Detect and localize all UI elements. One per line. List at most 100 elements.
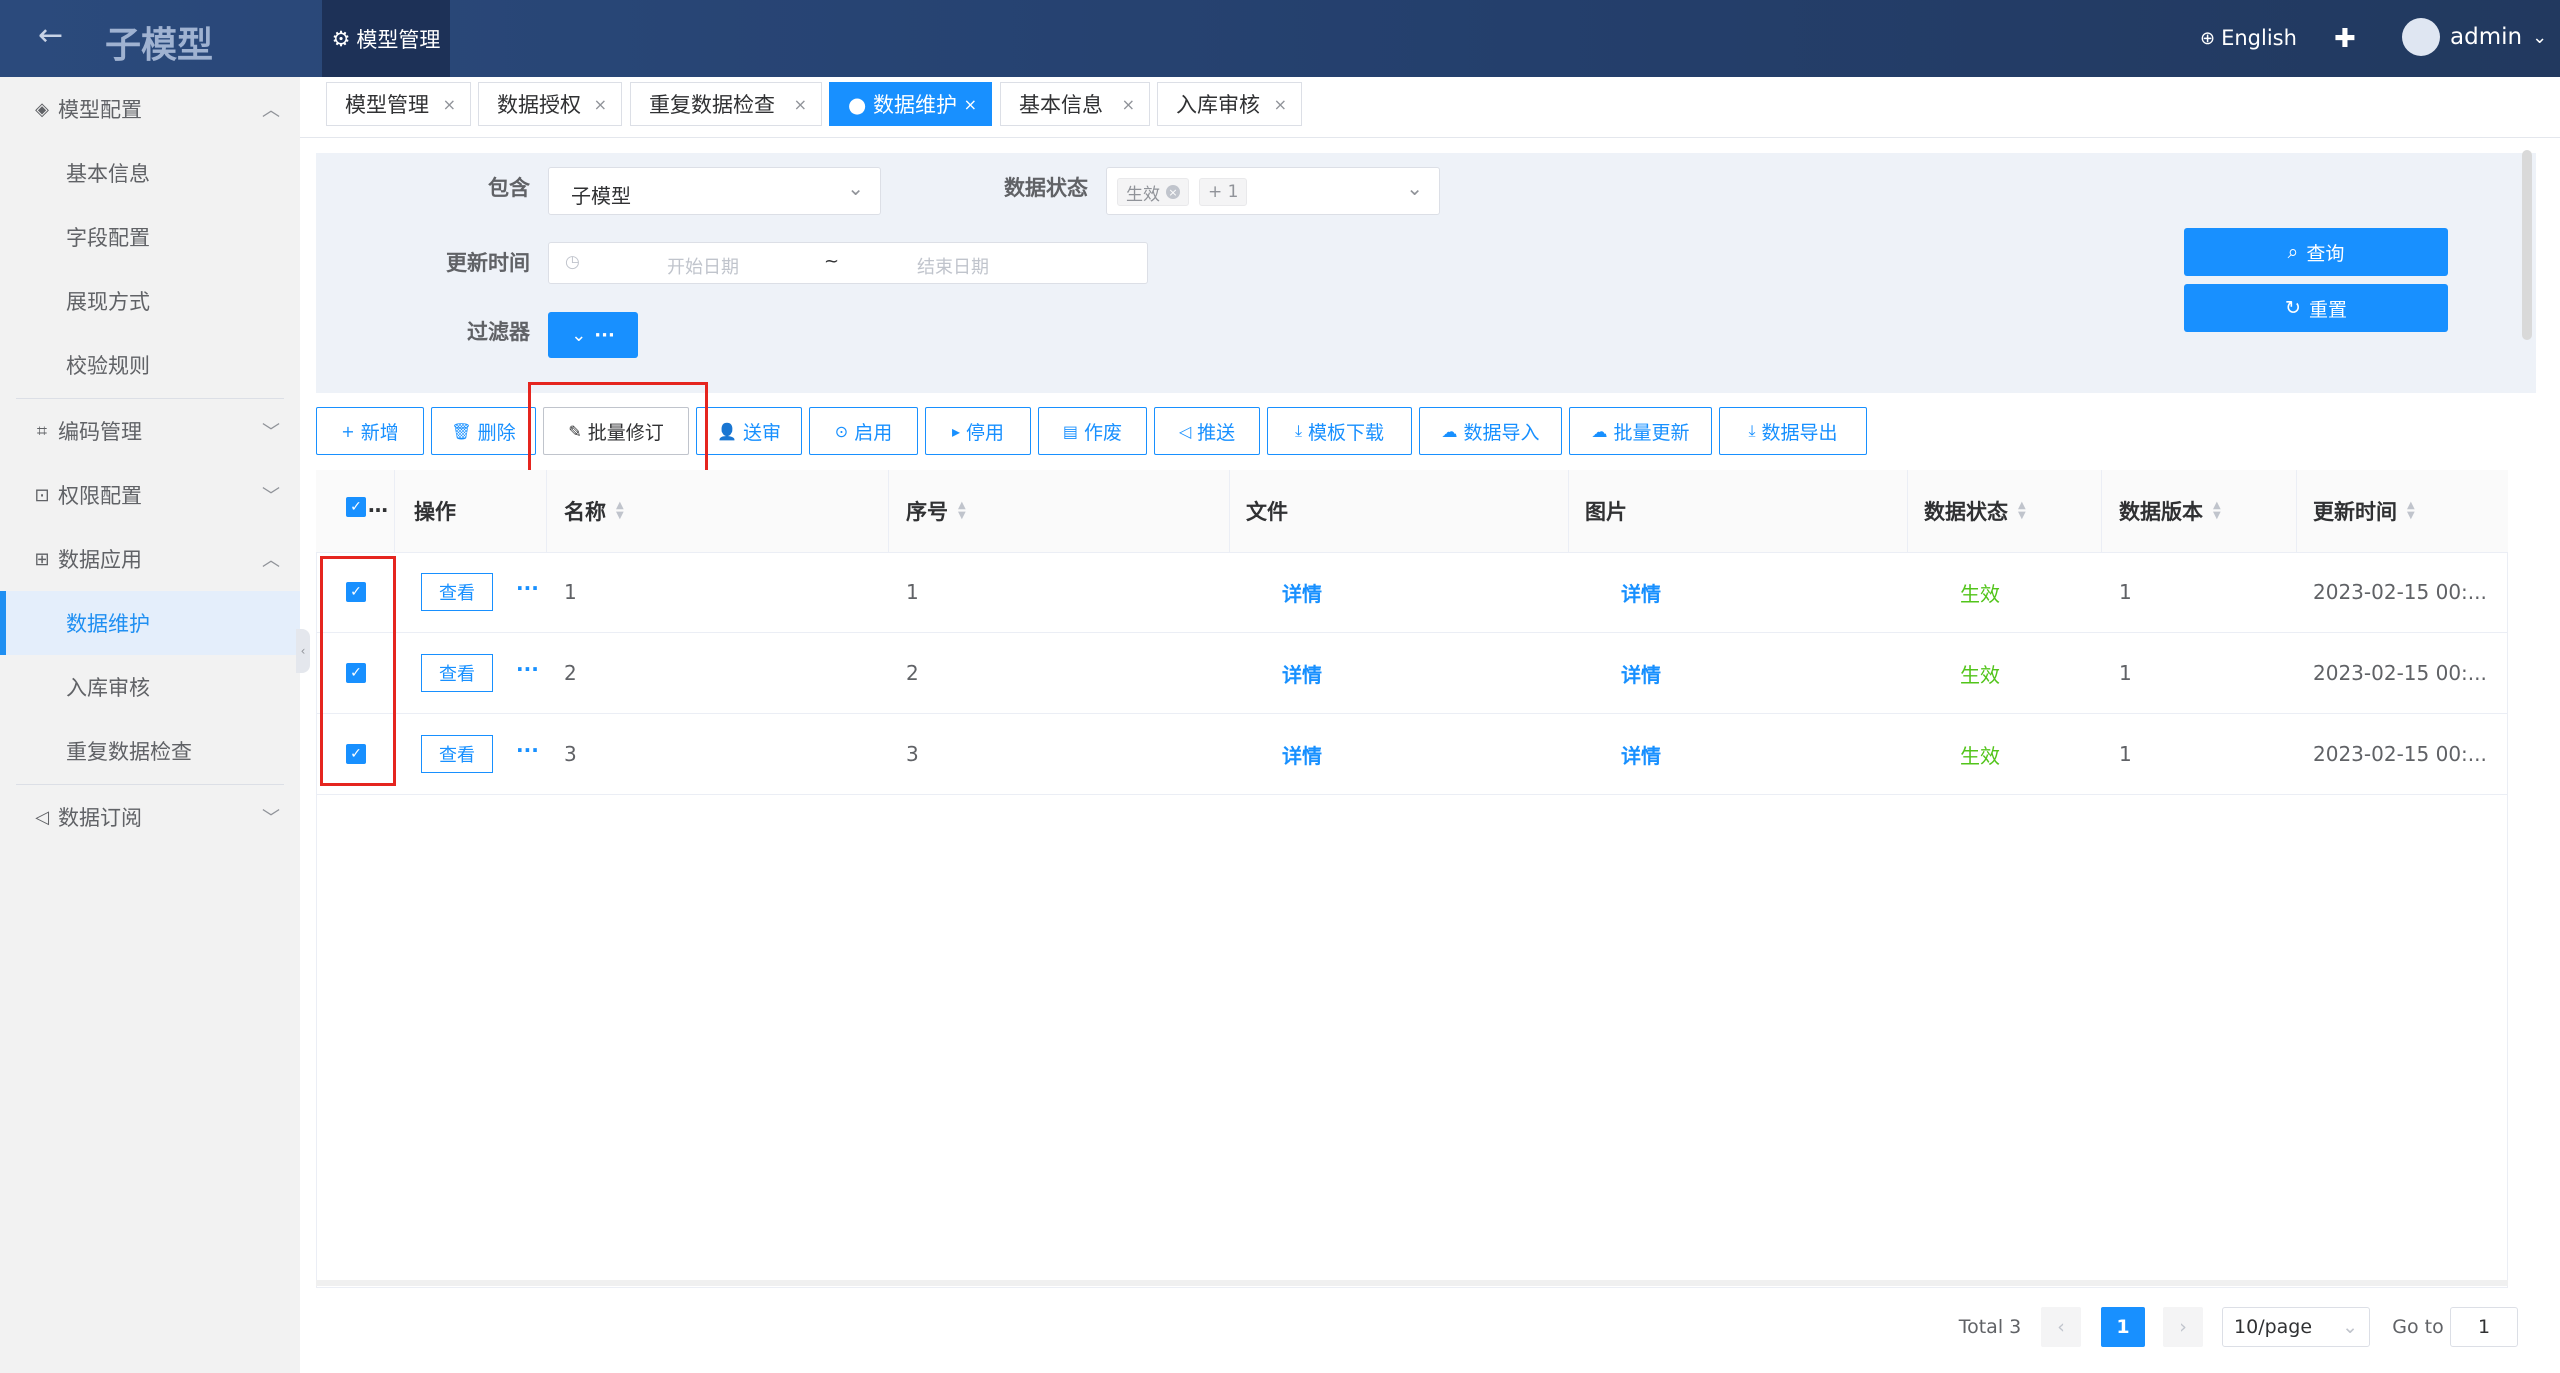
view-button[interactable]: 查看 [421, 654, 493, 692]
nav-item-label: 模型管理 [356, 27, 441, 52]
disable-button[interactable]: ▸ 停用 [925, 407, 1031, 455]
end-date-input[interactable]: 结束日期 [917, 253, 989, 279]
back-arrow-icon[interactable]: ← [38, 18, 63, 53]
close-circle-icon[interactable]: × [1166, 185, 1180, 199]
file-detail-link[interactable]: 详情 [1282, 633, 1322, 713]
column-header-status[interactable]: 数据状态 ▲ ▼ [1924, 470, 2026, 552]
column-label: 序号 [906, 500, 948, 524]
column-header-version[interactable]: 数据版本 ▲ ▼ [2119, 470, 2221, 552]
tab-basic-info[interactable]: 基本信息 × [1000, 82, 1150, 126]
select-all-checkbox[interactable]: ✓ [346, 497, 366, 517]
close-icon[interactable]: × [443, 95, 456, 114]
row-more-icon[interactable]: ··· [516, 657, 539, 681]
close-icon[interactable]: × [794, 95, 807, 114]
sidebar-item-storage-review[interactable]: 入库审核 [0, 655, 300, 719]
nav-item-model-management[interactable]: ⚙ 模型管理 [322, 0, 450, 77]
sort-icon[interactable]: ▲ ▼ [2213, 501, 2221, 521]
plus-icon: + [341, 421, 355, 441]
column-label: 文件 [1246, 500, 1288, 524]
status-tag[interactable]: 生效 × [1117, 178, 1189, 206]
sort-icon[interactable]: ▲ ▼ [2407, 501, 2415, 521]
sidebar-item-field-config[interactable]: 字段配置 [0, 205, 300, 269]
tab-label: 数据授权 [497, 93, 581, 117]
reset-button[interactable]: ↻ 重置 [2184, 284, 2448, 332]
query-button-label: 查询 [2306, 242, 2345, 265]
cloud-upload-icon: ☁ [1441, 421, 1458, 441]
close-icon[interactable]: × [594, 95, 607, 114]
query-button[interactable]: ⌕ 查询 [2184, 228, 2448, 276]
row-more-icon[interactable]: ··· [516, 576, 539, 600]
void-button[interactable]: ▤ 作废 [1038, 407, 1147, 455]
enable-button[interactable]: ⊙ 启用 [809, 407, 918, 455]
prev-page-button[interactable]: ‹ [2041, 1307, 2081, 1347]
sidebar-group-model-config[interactable]: ◈ 模型配置 ︿ [0, 77, 300, 141]
tab-model-management[interactable]: 模型管理 × [326, 82, 471, 126]
sidebar: ◈ 模型配置 ︿ 基本信息 字段配置 展现方式 校验规则 ⌗ 编码管理 ﹀ ⊡ … [0, 77, 310, 1373]
image-detail-link[interactable]: 详情 [1621, 714, 1661, 794]
tab-data-authorization[interactable]: 数据授权 × [478, 82, 622, 126]
row-more-icon[interactable]: ··· [516, 738, 539, 762]
page-size-select[interactable]: 10/page ⌄ [2222, 1307, 2370, 1347]
column-header-action: 操作 [414, 470, 456, 552]
sidebar-item-validation-rules[interactable]: 校验规则 [0, 333, 300, 397]
sidebar-group-code-management[interactable]: ⌗ 编码管理 ﹀ [0, 399, 300, 463]
chevron-down-icon: ﹀ [262, 808, 280, 829]
sidebar-item-duplicate-check[interactable]: 重复数据检查 [0, 719, 300, 783]
sidebar-group-permission-config[interactable]: ⊡ 权限配置 ﹀ [0, 463, 300, 527]
settings-icon[interactable]: ✚ [2334, 24, 2356, 54]
close-icon[interactable]: × [964, 95, 977, 114]
cell-version: 1 [2119, 661, 2132, 685]
horizontal-scrollbar[interactable] [316, 1280, 2508, 1286]
image-detail-link[interactable]: 详情 [1621, 552, 1661, 632]
add-button[interactable]: + 新增 [316, 407, 424, 455]
close-icon[interactable]: × [1274, 95, 1287, 114]
filter-button[interactable]: ⌄ ··· [548, 312, 638, 358]
button-label: 批量更新 [1613, 421, 1690, 444]
data-import-button[interactable]: ☁ 数据导入 [1419, 407, 1562, 455]
date-range-picker[interactable]: ◷ 开始日期 ~ 结束日期 [548, 242, 1148, 284]
tab-label: 入库审核 [1176, 93, 1260, 117]
next-page-button[interactable]: › [2163, 1307, 2203, 1347]
page-size-value: 10/page [2234, 1316, 2313, 1338]
batch-update-button[interactable]: ☁ 批量更新 [1569, 407, 1712, 455]
tab-data-maintenance[interactable]: ● 数据维护 × [829, 82, 992, 126]
tab-duplicate-check[interactable]: 重复数据检查 × [630, 82, 822, 126]
close-icon[interactable]: × [1122, 95, 1135, 114]
image-detail-link[interactable]: 详情 [1621, 633, 1661, 713]
sidebar-group-data-subscription[interactable]: ◁ 数据订阅 ﹀ [0, 785, 300, 849]
sidebar-group-label: 模型配置 [58, 98, 142, 122]
column-header-name[interactable]: 名称 ▲ ▼ [564, 470, 624, 552]
tab-storage-review[interactable]: 入库审核 × [1157, 82, 1302, 126]
view-button[interactable]: 查看 [421, 573, 493, 611]
template-download-button[interactable]: ⤓ 模板下载 [1267, 407, 1412, 455]
column-header-seq[interactable]: 序号 ▲ ▼ [906, 470, 966, 552]
trash-icon: 🗑 [451, 421, 472, 441]
sidebar-item-basic-info[interactable]: 基本信息 [0, 141, 300, 205]
page-1-button[interactable]: 1 [2101, 1307, 2145, 1347]
sort-icon[interactable]: ▲ ▼ [2018, 501, 2026, 521]
user-icon: 👤 [717, 421, 737, 441]
chevron-down-icon: ﹀ [262, 422, 280, 443]
delete-button[interactable]: 🗑 删除 [431, 407, 536, 455]
file-detail-link[interactable]: 详情 [1282, 714, 1322, 794]
start-date-input[interactable]: 开始日期 [667, 253, 739, 279]
language-switch[interactable]: ⊕ English [2200, 26, 2297, 50]
sidebar-group-data-application[interactable]: ⊞ 数据应用 ︿ [0, 527, 300, 591]
goto-input[interactable]: 1 [2450, 1307, 2518, 1347]
sidebar-item-display-mode[interactable]: 展现方式 [0, 269, 300, 333]
column-label: 操作 [414, 500, 456, 524]
sidebar-collapse-handle[interactable]: ‹ [296, 629, 310, 673]
sort-icon[interactable]: ▲ ▼ [616, 501, 624, 521]
data-export-button[interactable]: ⤓ 数据导出 [1719, 407, 1867, 455]
user-menu[interactable]: admin ⌄ [2402, 18, 2547, 56]
contains-select[interactable]: 子模型 ⌄ [548, 167, 881, 215]
sidebar-item-data-maintenance[interactable]: 数据维护 [0, 591, 300, 655]
submit-review-button[interactable]: 👤 送审 [696, 407, 802, 455]
view-button[interactable]: 查看 [421, 735, 493, 773]
push-button[interactable]: ◁ 推送 [1154, 407, 1260, 455]
file-detail-link[interactable]: 详情 [1282, 552, 1322, 632]
sort-icon[interactable]: ▲ ▼ [958, 501, 966, 521]
column-header-updated[interactable]: 更新时间 ▲ ▼ [2313, 470, 2415, 552]
status-multiselect[interactable]: 生效 × + 1 ⌄ [1106, 167, 1440, 215]
vertical-scrollbar[interactable] [2522, 150, 2532, 340]
